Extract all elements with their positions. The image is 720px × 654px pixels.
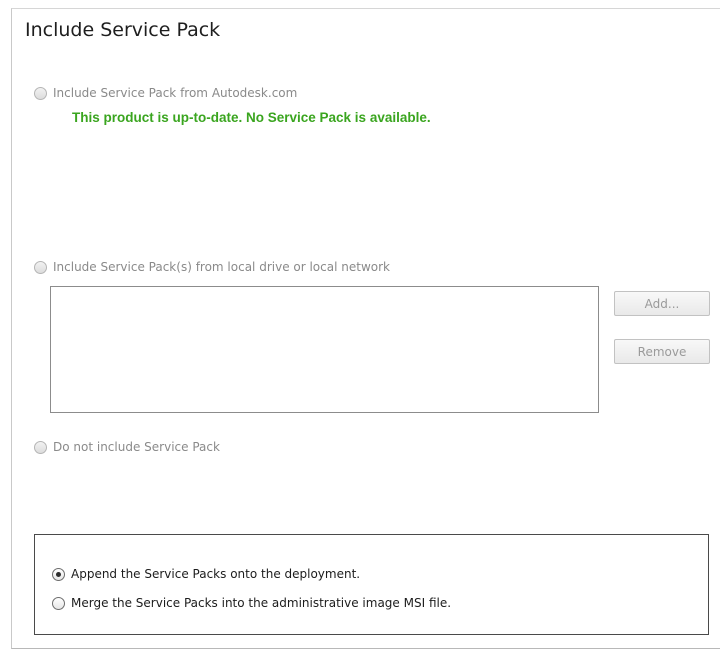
- radio-append-service-packs[interactable]: Append the Service Packs onto the deploy…: [52, 567, 360, 581]
- radio-include-from-autodesk-label: Include Service Pack from Autodesk.com: [53, 86, 298, 100]
- service-pack-list[interactable]: [50, 286, 599, 413]
- radio-merge-service-packs[interactable]: Merge the Service Packs into the adminis…: [52, 596, 451, 610]
- radio-do-not-include[interactable]: Do not include Service Pack: [34, 440, 220, 454]
- deployment-options-group: [34, 534, 709, 635]
- radio-button-selected-icon[interactable]: [52, 567, 65, 581]
- page-title: Include Service Pack: [25, 19, 221, 41]
- radio-button-icon[interactable]: [34, 440, 47, 454]
- radio-button-icon[interactable]: [52, 596, 65, 610]
- radio-include-from-local-label: Include Service Pack(s) from local drive…: [53, 260, 390, 274]
- radio-button-icon[interactable]: [34, 260, 47, 274]
- service-pack-status-message: This product is up-to-date. No Service P…: [72, 110, 431, 125]
- add-button[interactable]: Add...: [614, 291, 710, 316]
- radio-append-service-packs-label: Append the Service Packs onto the deploy…: [71, 567, 361, 581]
- remove-button[interactable]: Remove: [614, 339, 710, 364]
- radio-include-from-local[interactable]: Include Service Pack(s) from local drive…: [34, 260, 390, 274]
- radio-button-icon[interactable]: [34, 86, 47, 100]
- radio-include-from-autodesk[interactable]: Include Service Pack from Autodesk.com: [34, 86, 297, 100]
- radio-do-not-include-label: Do not include Service Pack: [53, 440, 220, 454]
- radio-merge-service-packs-label: Merge the Service Packs into the adminis…: [71, 596, 452, 610]
